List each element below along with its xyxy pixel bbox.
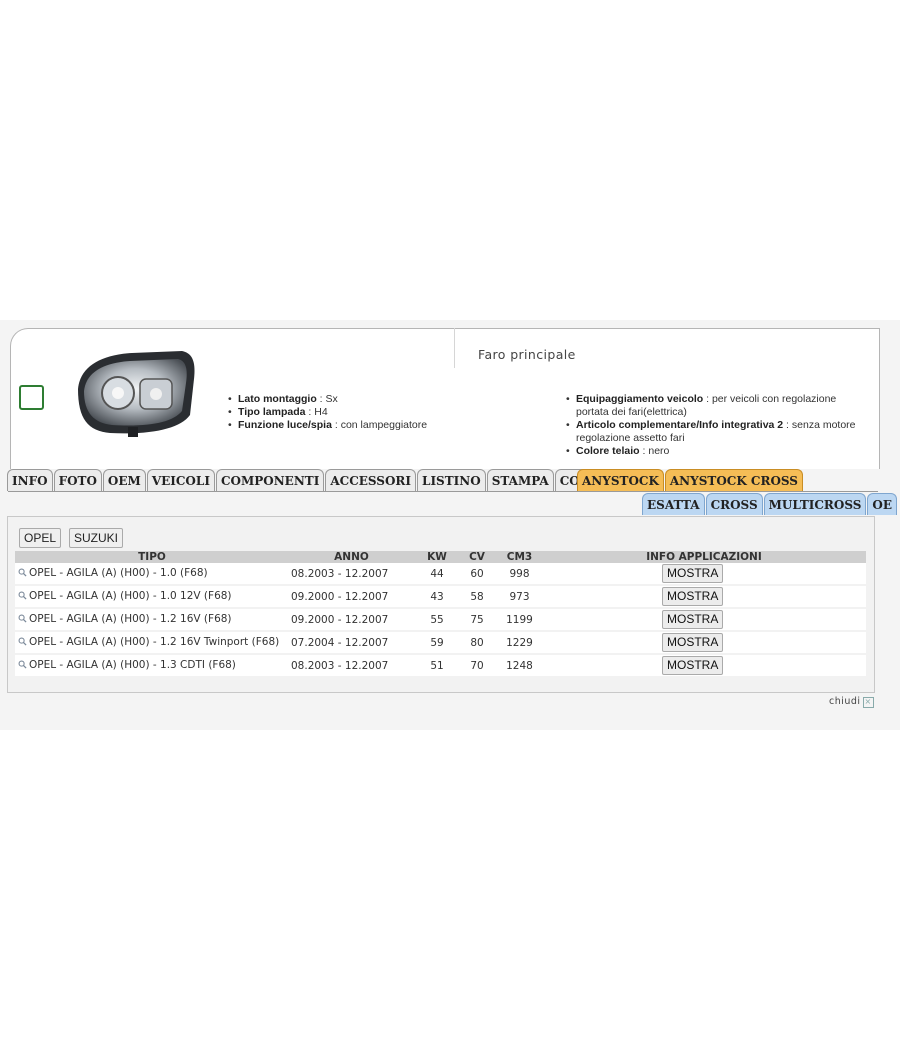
table-header-row: TIPO ANNO KW CV CM3 INFO APPLICAZIONI: [15, 551, 866, 563]
close-link[interactable]: chiudi ×: [829, 696, 874, 708]
cell-cm3: 973: [497, 585, 542, 609]
attributes-right: Equipaggiamento veicolo : per veicoli co…: [566, 393, 866, 458]
brand-button-opel[interactable]: OPEL: [19, 528, 62, 548]
cell-kw: 59: [417, 631, 457, 655]
column-header-cm3: CM3: [497, 551, 542, 563]
cell-info: MOSTRA: [542, 654, 866, 678]
cell-cv: 58: [457, 585, 497, 609]
magnifier-icon: [18, 591, 27, 600]
cell-tipo[interactable]: OPEL - AGILA (A) (H00) - 1.0 12V (F68): [15, 585, 286, 609]
table-row: OPEL - AGILA (A) (H00) - 1.0 12V (F68) 0…: [15, 585, 866, 609]
cell-tipo[interactable]: OPEL - AGILA (A) (H00) - 1.0 (F68): [15, 563, 286, 586]
tab-multicross[interactable]: MULTICROSS: [763, 493, 867, 515]
column-header-kw: KW: [417, 551, 457, 563]
close-icon: ×: [862, 697, 874, 708]
match-type-tabs: ESATTA CROSS MULTICROSS OE: [642, 493, 898, 515]
close-label: chiudi: [829, 696, 861, 707]
cell-anno: 07.2004 - 12.2007: [286, 631, 417, 655]
cell-info: MOSTRA: [542, 631, 866, 655]
cell-cv: 75: [457, 608, 497, 632]
cell-kw: 55: [417, 608, 457, 632]
column-header-cv: CV: [457, 551, 497, 563]
cell-anno: 08.2003 - 12.2007: [286, 563, 417, 586]
cell-info: MOSTRA: [542, 563, 866, 586]
cell-anno: 08.2003 - 12.2007: [286, 654, 417, 678]
tab-stampa[interactable]: STAMPA: [486, 469, 554, 491]
tab-veicoli[interactable]: VEICOLI: [146, 469, 215, 491]
column-header-anno: ANNO: [286, 551, 417, 563]
cell-anno: 09.2000 - 12.2007: [286, 585, 417, 609]
cell-cm3: 1199: [497, 608, 542, 632]
table-row: OPEL - AGILA (A) (H00) - 1.2 16V (F68) 0…: [15, 608, 866, 632]
attribute-item: Lato montaggio : Sx: [228, 393, 548, 406]
tab-info[interactable]: INFO: [7, 469, 53, 491]
cell-cm3: 998: [497, 563, 542, 586]
attribute-item: Articolo complementare/Info integrativa …: [566, 419, 866, 445]
mostra-button[interactable]: MOSTRA: [662, 610, 724, 629]
applications-table: TIPO ANNO KW CV CM3 INFO APPLICAZIONI OP…: [15, 551, 866, 678]
cell-cv: 70: [457, 654, 497, 678]
tab-oe[interactable]: OE: [867, 493, 898, 515]
tab-componenti[interactable]: COMPONENTI: [215, 469, 325, 491]
anystock-tabs: ANYSTOCK ANYSTOCK CROSS: [577, 469, 804, 491]
attributes-left: Lato montaggio : Sx Tipo lampada : H4 Fu…: [228, 393, 548, 432]
tab-foto[interactable]: FOTO: [53, 469, 102, 491]
product-title: Faro principale: [478, 347, 576, 362]
tab-esatta[interactable]: ESATTA: [642, 493, 705, 515]
mostra-button[interactable]: MOSTRA: [662, 564, 724, 583]
attribute-item: Funzione luce/spia : con lampeggiatore: [228, 419, 548, 432]
magnifier-icon: [18, 614, 27, 623]
column-header-info: INFO APPLICAZIONI: [542, 551, 866, 563]
redacted-area: [197, 330, 440, 366]
tab-listino[interactable]: LISTINO: [417, 469, 486, 491]
mostra-button[interactable]: MOSTRA: [662, 633, 724, 652]
attribute-item: Equipaggiamento veicolo : per veicoli co…: [566, 393, 866, 419]
cell-tipo[interactable]: OPEL - AGILA (A) (H00) - 1.2 16V Twinpor…: [15, 631, 286, 655]
tab-anystock[interactable]: ANYSTOCK: [577, 469, 664, 491]
select-checkbox[interactable]: [19, 385, 44, 410]
magnifier-icon: [18, 660, 27, 669]
table-row: OPEL - AGILA (A) (H00) - 1.2 16V Twinpor…: [15, 631, 866, 655]
cell-kw: 51: [417, 654, 457, 678]
cell-info: MOSTRA: [542, 585, 866, 609]
cell-kw: 43: [417, 585, 457, 609]
table-row: OPEL - AGILA (A) (H00) - 1.0 (F68) 08.20…: [15, 563, 866, 586]
cell-kw: 44: [417, 563, 457, 586]
tab-cross[interactable]: CROSS: [705, 493, 763, 515]
cell-cm3: 1229: [497, 631, 542, 655]
cell-tipo[interactable]: OPEL - AGILA (A) (H00) - 1.2 16V (F68): [15, 608, 286, 632]
headlight-image: [78, 351, 195, 437]
cell-cv: 80: [457, 631, 497, 655]
mostra-button[interactable]: MOSTRA: [662, 587, 724, 606]
attribute-item: Colore telaio : nero: [566, 445, 866, 458]
header-divider: [454, 328, 455, 368]
cell-anno: 09.2000 - 12.2007: [286, 608, 417, 632]
column-header-tipo: TIPO: [15, 551, 286, 563]
brand-button-suzuki[interactable]: SUZUKI: [69, 528, 124, 548]
magnifier-icon: [18, 568, 27, 577]
cell-cm3: 1248: [497, 654, 542, 678]
magnifier-icon: [18, 637, 27, 646]
tab-accessori[interactable]: ACCESSORI: [325, 469, 416, 491]
tab-anystock-cross[interactable]: ANYSTOCK CROSS: [664, 469, 803, 491]
table-row: OPEL - AGILA (A) (H00) - 1.3 CDTI (F68) …: [15, 654, 866, 678]
attribute-item: Tipo lampada : H4: [228, 406, 548, 419]
main-tabs: INFO FOTO OEM VEICOLI COMPONENTI ACCESSO…: [7, 469, 627, 491]
cell-info: MOSTRA: [542, 608, 866, 632]
cell-cv: 60: [457, 563, 497, 586]
cell-tipo[interactable]: OPEL - AGILA (A) (H00) - 1.3 CDTI (F68): [15, 654, 286, 678]
mostra-button[interactable]: MOSTRA: [662, 656, 724, 675]
tab-oem[interactable]: OEM: [102, 469, 146, 491]
